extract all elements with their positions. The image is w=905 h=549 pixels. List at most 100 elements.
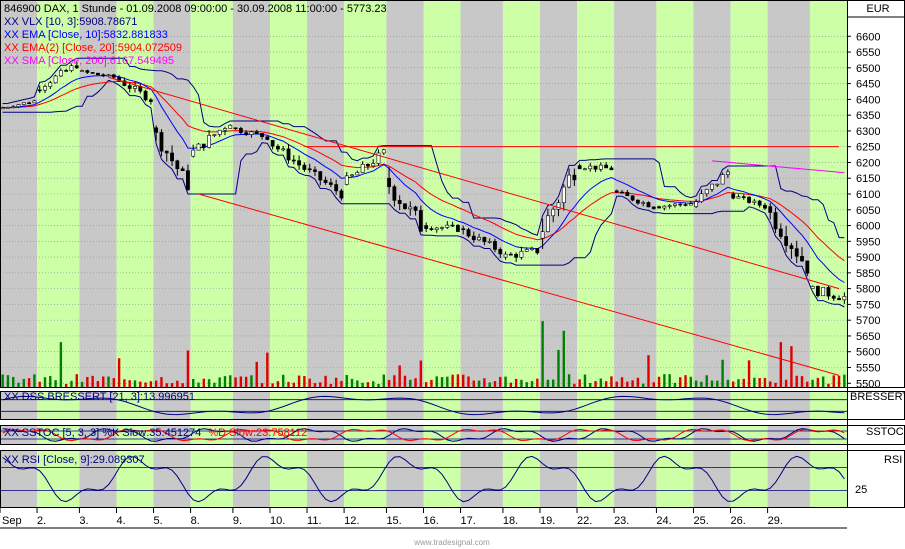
- footer-watermark: www.tradesignal.com: [413, 538, 490, 547]
- y-tick-label: 6500: [856, 63, 880, 75]
- volume-bar: [43, 377, 47, 388]
- volume-bar: [562, 330, 565, 388]
- candle-body: [821, 287, 826, 297]
- volume-bar: [832, 375, 835, 388]
- candle-body: [334, 184, 339, 192]
- day-band: [656, 450, 694, 508]
- volume-bar: [70, 380, 73, 388]
- candle-body: [143, 90, 148, 101]
- candle-body: [508, 253, 513, 256]
- candle-body: [186, 170, 190, 190]
- candle-body: [0, 107, 5, 110]
- candle-body: [694, 201, 699, 207]
- candle-body: [366, 163, 370, 167]
- volume-bar: [679, 377, 682, 388]
- volume-bar: [737, 379, 740, 388]
- volume-bar: [784, 379, 788, 388]
- volume-bar: [499, 376, 502, 388]
- legend-vlx: XX VLX [10, 3]:5908.78671: [4, 16, 137, 28]
- candle-body: [763, 204, 767, 209]
- volume-bar: [382, 374, 385, 388]
- volume-bar: [647, 355, 650, 388]
- candle-body: [32, 100, 37, 104]
- candle-body: [815, 285, 820, 297]
- volume-bar: [202, 378, 206, 388]
- day-band: [386, 391, 424, 420]
- y-tick-label: 5800: [856, 284, 880, 296]
- candle-body: [413, 206, 418, 211]
- y-tick-label: 6600: [856, 31, 880, 43]
- volume-bar: [705, 375, 708, 388]
- candle-body: [318, 171, 323, 181]
- candle-body: [53, 75, 58, 84]
- rsi-label: XX RSI [Close, 9]:29.089307: [4, 454, 145, 466]
- y-tick-label: 5750: [856, 299, 880, 311]
- volume-bar: [694, 380, 698, 388]
- candle-body: [725, 171, 730, 175]
- candle-body: [567, 174, 571, 188]
- candle-body: [249, 131, 254, 135]
- candle-body: [424, 225, 429, 229]
- candle-body: [355, 172, 360, 176]
- day-band: [730, 425, 768, 445]
- y-tick-label: 6400: [856, 94, 880, 106]
- volume-bar: [456, 374, 460, 388]
- candle-body: [778, 228, 783, 237]
- day-band: [656, 425, 694, 445]
- volume-bar: [154, 380, 158, 388]
- volume-bar: [334, 377, 338, 388]
- candle-body: [561, 186, 566, 204]
- volume-bar: [604, 381, 608, 388]
- sstoc-d-label: %D Slow:23.758112: [208, 427, 307, 439]
- y-tick-label: 5550: [856, 362, 880, 374]
- candle-body: [440, 227, 444, 229]
- candle-body: [217, 129, 222, 135]
- day-band: [423, 450, 461, 508]
- volume-bar: [266, 352, 269, 388]
- volume-bar: [123, 379, 126, 388]
- candle-body: [768, 206, 773, 213]
- candle-body: [826, 287, 831, 297]
- day-band: [577, 425, 615, 445]
- candle-body: [842, 296, 847, 301]
- candle-body: [223, 128, 227, 131]
- y-axis-ticks: 5500 5550 5600 5650 5700 5750 5800 5850 5900 5950…: [847, 31, 880, 390]
- candle-body: [297, 160, 301, 166]
- candle-body: [133, 86, 137, 89]
- candle-body: [641, 202, 646, 204]
- volume-bar: [102, 376, 105, 388]
- volume-bar: [599, 378, 603, 388]
- volume-bar: [663, 374, 666, 388]
- volume-bar: [255, 361, 258, 388]
- volume-bar: [594, 381, 597, 388]
- volume-bar: [186, 350, 190, 388]
- candle-body: [127, 85, 132, 89]
- day-band: [153, 450, 191, 508]
- candle-body: [244, 132, 249, 135]
- y-tick-label: 6050: [856, 205, 880, 217]
- volume-bar: [409, 379, 412, 388]
- candle-body: [403, 203, 407, 210]
- candle-body: [408, 206, 413, 210]
- volume-bar: [149, 381, 153, 388]
- volume-bar: [742, 378, 745, 388]
- y-tick-label: 5850: [856, 268, 880, 280]
- candle-body: [493, 241, 497, 250]
- candle-body: [101, 74, 106, 77]
- volume-bar: [239, 376, 243, 388]
- volume-bar: [551, 379, 555, 388]
- candle-body: [540, 231, 545, 239]
- day-band: [190, 391, 233, 420]
- volume-bar: [520, 379, 523, 388]
- day-band: [502, 391, 540, 420]
- candle-body: [789, 245, 794, 249]
- candle-body: [434, 227, 439, 231]
- volume-bar: [567, 374, 571, 388]
- volume-bar: [297, 375, 301, 388]
- candle-body: [148, 99, 153, 102]
- y-tick-label: 6250: [856, 142, 880, 154]
- volume-bar: [414, 378, 417, 388]
- volume-bar: [229, 375, 232, 388]
- candle-body: [201, 143, 206, 148]
- candle-body: [598, 164, 603, 170]
